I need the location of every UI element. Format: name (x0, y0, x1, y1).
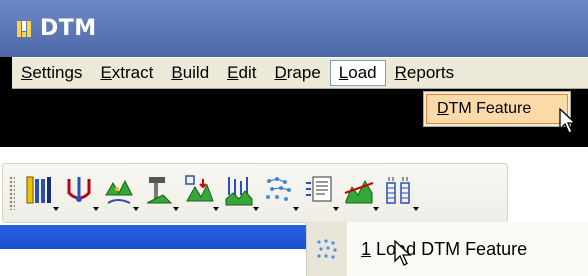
mouse-cursor-icon (394, 240, 412, 266)
load-dtm-feature-icon[interactable] (263, 173, 299, 213)
dtm-toolbar (2, 163, 508, 223)
reports-tool-icon[interactable] (303, 173, 339, 213)
menu-load[interactable]: Load (329, 60, 386, 86)
drape-tool-icon[interactable] (183, 173, 219, 213)
menu-build[interactable]: Build (162, 60, 218, 86)
taskbar-strip (0, 225, 310, 249)
load-popup-menu: 1 Load DTM Feature (306, 222, 588, 276)
title-bar[interactable]: DTM (0, 0, 588, 57)
load-dtm-feature-icon (307, 222, 347, 276)
menu-drape[interactable]: Drape (265, 60, 329, 86)
analysis-tool-icon[interactable] (343, 173, 379, 213)
load-dropdown-menu: DTM Feature (423, 91, 571, 127)
menu-reports[interactable]: Reports (386, 60, 464, 86)
settings-tool-icon[interactable] (23, 173, 59, 213)
numbering-tool-icon[interactable] (383, 173, 419, 213)
menu-bar: Settings Extract Build Edit Drape Load R… (12, 57, 588, 89)
toolbar-grip-handle[interactable] (9, 176, 15, 210)
menu-extract[interactable]: Extract (91, 60, 162, 86)
mouse-cursor-icon (559, 108, 577, 134)
build-tool-icon[interactable] (103, 173, 139, 213)
menu-edit[interactable]: Edit (218, 60, 265, 86)
menu-item-load-dtm-feature[interactable]: 1 Load DTM Feature (361, 239, 527, 260)
edit-tool-icon[interactable] (143, 173, 179, 213)
menu-settings[interactable]: Settings (12, 60, 91, 86)
menu-item-dtm-feature[interactable]: DTM Feature (426, 94, 568, 124)
microstation-logo-icon (16, 19, 36, 39)
extract-tool-icon[interactable] (63, 173, 99, 213)
window-title: DTM (40, 16, 97, 41)
dtm-window: DTM Settings Extract Build Edit Drape Lo… (0, 0, 588, 147)
profile-tool-icon[interactable] (223, 173, 259, 213)
